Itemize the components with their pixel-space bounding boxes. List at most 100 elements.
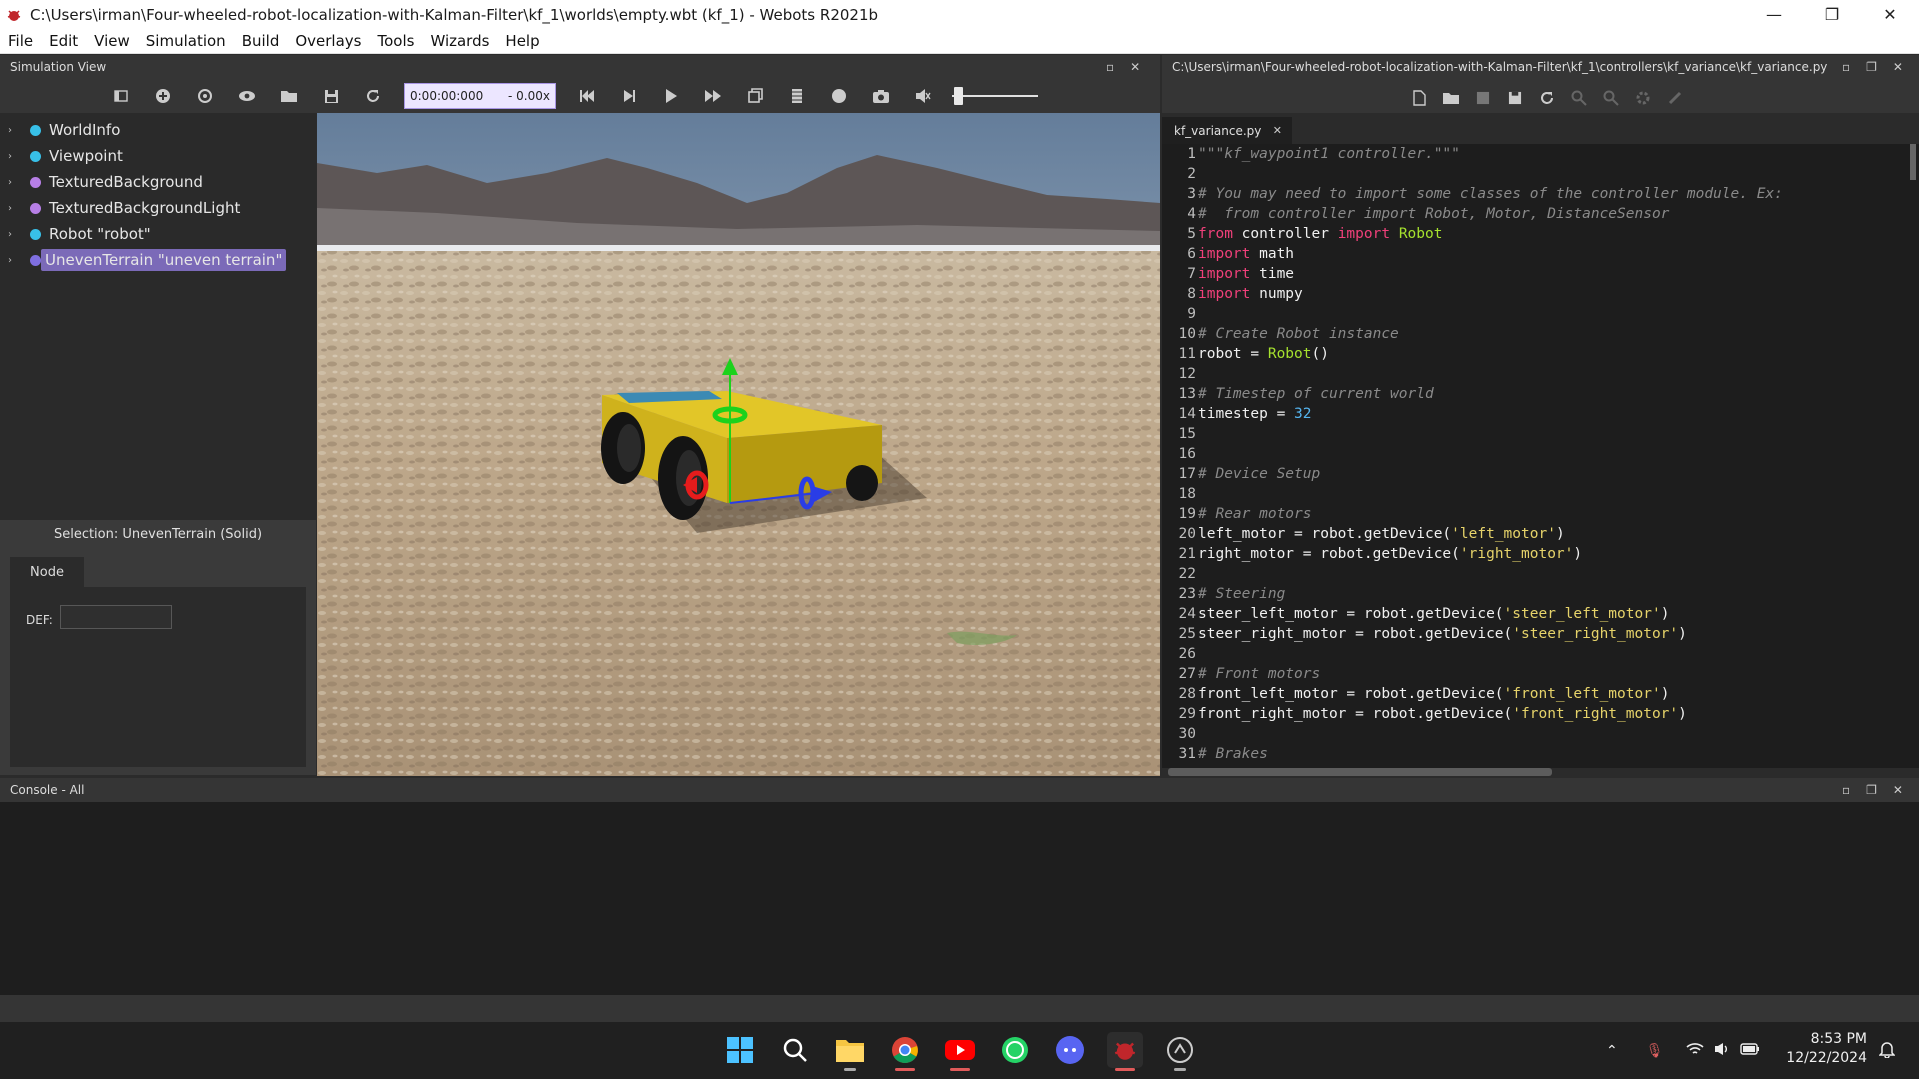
- build-icon[interactable]: [1630, 85, 1656, 111]
- menu-simulation[interactable]: Simulation: [138, 29, 234, 54]
- tree-item-textured-background-light[interactable]: › TexturedBackgroundLight: [0, 195, 316, 221]
- code-line[interactable]: 2: [1162, 164, 1919, 184]
- search-icon[interactable]: [777, 1032, 813, 1068]
- code-line[interactable]: 18: [1162, 484, 1919, 504]
- expand-arrow-icon[interactable]: ›: [8, 177, 22, 188]
- windows-start-icon[interactable]: [722, 1032, 758, 1068]
- code-line[interactable]: 10 # Create Robot instance: [1162, 324, 1919, 344]
- code-line[interactable]: 12: [1162, 364, 1919, 384]
- battery-icon[interactable]: [1739, 1042, 1760, 1059]
- code-line[interactable]: 16: [1162, 444, 1919, 464]
- play-icon[interactable]: [658, 83, 684, 109]
- tree-item-uneven-terrain[interactable]: › UnevenTerrain "uneven terrain": [0, 247, 316, 273]
- revert-icon[interactable]: [1534, 85, 1560, 111]
- code-line[interactable]: 17 # Device Setup: [1162, 464, 1919, 484]
- 3d-view[interactable]: [317, 113, 1160, 776]
- float-panel-icon[interactable]: ▫: [1842, 783, 1850, 797]
- code-line[interactable]: 21 right_motor = robot.getDevice('right_m…: [1162, 544, 1919, 564]
- youtube-icon[interactable]: [942, 1032, 978, 1071]
- maximize-button[interactable]: ❐: [1803, 0, 1861, 29]
- vertical-scrollbar[interactable]: [1910, 144, 1916, 180]
- step-icon[interactable]: [616, 83, 642, 109]
- clean-icon[interactable]: [1662, 85, 1688, 111]
- float-panel-icon[interactable]: ▫: [1106, 60, 1114, 74]
- save-file-icon[interactable]: [1470, 85, 1496, 111]
- code-line[interactable]: 9: [1162, 304, 1919, 324]
- fast-forward-icon[interactable]: [700, 83, 726, 109]
- expand-arrow-icon[interactable]: ›: [8, 255, 22, 266]
- code-line[interactable]: 4 # from controller import Robot, Motor, …: [1162, 204, 1919, 224]
- code-line[interactable]: 29 front_right_motor = robot.getDevice('f…: [1162, 704, 1919, 724]
- code-line[interactable]: 26: [1162, 644, 1919, 664]
- expand-arrow-icon[interactable]: ›: [8, 229, 22, 240]
- code-line[interactable]: 14 timestep = 32: [1162, 404, 1919, 424]
- expand-arrow-icon[interactable]: ›: [8, 203, 22, 214]
- code-line[interactable]: 1 """kf_waypoint1 controller.""": [1162, 144, 1919, 164]
- menu-build[interactable]: Build: [234, 29, 288, 54]
- open-world-icon[interactable]: [276, 83, 302, 109]
- rendering-toggle-icon[interactable]: [742, 83, 768, 109]
- other-app-icon[interactable]: [1162, 1032, 1198, 1071]
- code-line[interactable]: 8 import numpy: [1162, 284, 1919, 304]
- code-line[interactable]: 27 # Front motors: [1162, 664, 1919, 684]
- tab-node[interactable]: Node: [10, 557, 84, 587]
- menu-file[interactable]: File: [0, 29, 41, 54]
- expand-arrow-icon[interactable]: ›: [8, 151, 22, 162]
- horizontal-scrollbar[interactable]: [1168, 768, 1552, 776]
- tab-kf-variance[interactable]: kf_variance.py ✕: [1162, 117, 1292, 144]
- find-icon[interactable]: [1566, 85, 1592, 111]
- eye-icon[interactable]: [234, 83, 260, 109]
- code-line[interactable]: 28 front_left_motor = robot.getDevice('fr…: [1162, 684, 1919, 704]
- console-output[interactable]: [0, 802, 1919, 995]
- add-node-icon[interactable]: [150, 83, 176, 109]
- close-panel-icon[interactable]: ✕: [1130, 60, 1140, 74]
- replace-icon[interactable]: [1598, 85, 1624, 111]
- tree-item-robot[interactable]: › Robot "robot": [0, 221, 316, 247]
- close-panel-icon[interactable]: ✕: [1893, 783, 1903, 797]
- minimize-button[interactable]: —: [1745, 0, 1803, 29]
- file-explorer-icon[interactable]: [832, 1032, 868, 1071]
- menu-edit[interactable]: Edit: [41, 29, 86, 54]
- code-line[interactable]: 7 import time: [1162, 264, 1919, 284]
- screenshot-icon[interactable]: [868, 83, 894, 109]
- code-line[interactable]: 25 steer_right_motor = robot.getDevice('s…: [1162, 624, 1919, 644]
- code-line[interactable]: 5 from controller import Robot: [1162, 224, 1919, 244]
- open-file-icon[interactable]: [1438, 85, 1464, 111]
- menu-overlays[interactable]: Overlays: [287, 29, 369, 54]
- code-line[interactable]: 15: [1162, 424, 1919, 444]
- webots-icon[interactable]: [1107, 1032, 1143, 1071]
- volume-icon[interactable]: [1714, 1042, 1730, 1060]
- code-line[interactable]: 23 # Steering: [1162, 584, 1919, 604]
- code-line[interactable]: 13 # Timestep of current world: [1162, 384, 1919, 404]
- close-button[interactable]: ✕: [1861, 0, 1919, 29]
- code-line[interactable]: 6 import math: [1162, 244, 1919, 264]
- mute-icon[interactable]: [910, 83, 936, 109]
- code-line[interactable]: 19 # Rear motors: [1162, 504, 1919, 524]
- code-line[interactable]: 24 steer_left_motor = robot.getDevice('st…: [1162, 604, 1919, 624]
- save-all-icon[interactable]: [1502, 85, 1528, 111]
- maximize-panel-icon[interactable]: ❐: [1866, 60, 1877, 74]
- whatsapp-icon[interactable]: [997, 1032, 1033, 1068]
- wifi-icon[interactable]: [1685, 1042, 1704, 1060]
- menu-wizards[interactable]: Wizards: [422, 29, 497, 54]
- discord-icon[interactable]: [1052, 1032, 1088, 1068]
- record-animation-icon[interactable]: [826, 83, 852, 109]
- reset-view-icon[interactable]: [192, 83, 218, 109]
- tree-item-viewpoint[interactable]: › Viewpoint: [0, 143, 316, 169]
- toggle-scene-tree-icon[interactable]: [108, 83, 134, 109]
- float-panel-icon[interactable]: ▫: [1842, 60, 1850, 74]
- tree-item-worldinfo[interactable]: › WorldInfo: [0, 117, 316, 143]
- code-line[interactable]: 11 robot = Robot(): [1162, 344, 1919, 364]
- code-line[interactable]: 22: [1162, 564, 1919, 584]
- 3d-scene-render[interactable]: [317, 113, 1160, 776]
- menu-tools[interactable]: Tools: [369, 29, 422, 54]
- show-hidden-icons-icon[interactable]: ⌃: [1606, 1043, 1618, 1059]
- menu-view[interactable]: View: [86, 29, 138, 54]
- volume-knob[interactable]: [954, 87, 963, 105]
- save-world-icon[interactable]: [318, 83, 344, 109]
- close-tab-icon[interactable]: ✕: [1273, 124, 1282, 137]
- notification-bell-icon[interactable]: [1878, 1040, 1896, 1062]
- close-panel-icon[interactable]: ✕: [1893, 60, 1903, 74]
- def-input[interactable]: [60, 605, 172, 629]
- reset-simulation-icon[interactable]: [574, 83, 600, 109]
